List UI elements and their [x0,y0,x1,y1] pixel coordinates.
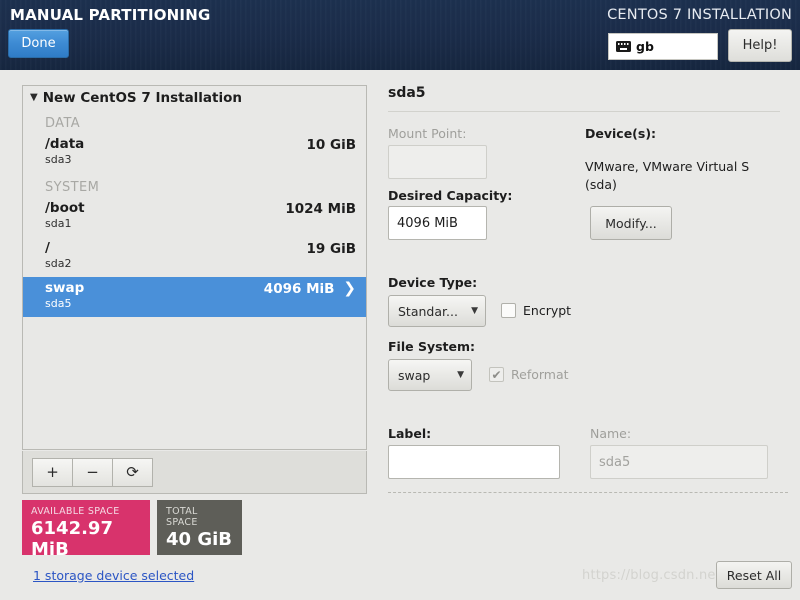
chevron-down-icon[interactable]: ▼ [30,93,38,103]
installation-tree-header[interactable]: ▼ New CentOS 7 Installation [23,86,366,109]
desired-capacity-input[interactable]: 4096 MiB [388,206,487,240]
help-button[interactable]: Help! [728,29,792,62]
total-space-value: 40 GiB [166,529,232,550]
partition-device-name: sda5 [45,297,72,310]
mount-point-label: Mount Point: [388,126,467,141]
reformat-checkbox[interactable]: ✔ [489,367,504,382]
desired-capacity-label: Desired Capacity: [388,188,513,203]
file-system-select[interactable]: swap ▼ [388,359,472,391]
partition-mount-point: swap [45,280,85,296]
remove-partition-button[interactable]: − [72,457,113,487]
partition-size: 19 GiB [306,241,357,257]
reformat-checkbox-row[interactable]: ✔ Reformat [489,367,569,382]
encrypt-checkbox-row[interactable]: Encrypt [501,303,571,318]
details-divider [388,111,780,112]
name-field-label: Name: [590,426,632,441]
table-row[interactable]: /data sda3 10 GiB [23,133,366,173]
mount-point-input[interactable] [388,145,487,179]
partition-mount-point: /boot [45,200,85,216]
keyboard-icon [616,41,631,52]
chevron-down-icon: ▼ [471,306,478,316]
app-header: MANUAL PARTITIONING CENTOS 7 INSTALLATIO… [0,0,800,70]
add-partition-button[interactable]: + [32,457,73,487]
reformat-label: Reformat [511,367,569,382]
manual-partitioning-screen: MANUAL PARTITIONING CENTOS 7 INSTALLATIO… [0,0,800,600]
file-system-value: swap [398,367,431,383]
done-button[interactable]: Done [8,29,69,58]
refresh-partitions-button[interactable]: ⟳ [112,457,153,487]
partition-mount-point: /data [45,136,85,152]
storage-device-link[interactable]: 1 storage device selected [33,568,194,583]
table-row[interactable]: / sda2 19 GiB [23,237,366,277]
chevron-down-icon: ▼ [457,370,464,380]
partition-list-toolbar: + − ⟳ [22,451,367,494]
partition-list[interactable]: ▼ New CentOS 7 Installation DATA /data s… [22,85,367,450]
group-header-data: DATA [45,116,81,131]
details-bottom-divider [388,492,788,493]
available-space-value: 6142.97 MiB [31,518,113,560]
available-space-box: AVAILABLE SPACE 6142.97 MiB [22,500,150,560]
table-row-selected[interactable]: swap sda5 4096 MiB ❯ [23,277,366,317]
partition-size: 10 GiB [306,137,357,153]
page-title: MANUAL PARTITIONING [10,6,211,24]
table-row[interactable]: /boot sda1 1024 MiB [23,197,366,237]
device-type-value: Standar... [398,303,458,319]
partition-size: 4096 MiB [263,281,335,297]
partition-device-name: sda2 [45,257,72,270]
reset-all-button[interactable]: Reset All [716,561,792,589]
product-label: CENTOS 7 INSTALLATION [607,7,792,23]
encrypt-checkbox[interactable] [501,303,516,318]
device-type-select[interactable]: Standar... ▼ [388,295,486,327]
name-input[interactable]: sda5 [590,445,768,479]
chevron-right-icon[interactable]: ❯ [334,280,356,297]
partition-device-name: sda3 [45,153,72,166]
partition-device-name: sda1 [45,217,72,230]
label-input[interactable] [388,445,560,479]
total-space-caption: TOTAL SPACE [166,506,198,528]
details-title: sda5 [388,85,426,101]
devices-label: Device(s): [585,126,657,141]
partition-details-pane: sda5 Mount Point: Desired Capacity: 4096… [388,85,788,505]
devices-value: VMware, VMware Virtual S (sda) [585,159,750,192]
encrypt-label: Encrypt [523,303,572,318]
installation-tree-label: New CentOS 7 Installation [42,90,243,106]
modify-button[interactable]: Modify... [590,206,672,240]
keyboard-layout-indicator[interactable]: gb [608,33,718,60]
device-type-label: Device Type: [388,275,478,290]
keyboard-layout-label: gb [636,39,654,54]
group-header-system: SYSTEM [45,180,100,195]
file-system-label: File System: [388,339,476,354]
available-space-caption: AVAILABLE SPACE [31,506,120,517]
partition-mount-point: / [45,240,50,256]
partition-size: 1024 MiB [285,201,356,217]
total-space-box: TOTAL SPACE 40 GiB [157,500,242,555]
label-field-label: Label: [388,426,432,441]
